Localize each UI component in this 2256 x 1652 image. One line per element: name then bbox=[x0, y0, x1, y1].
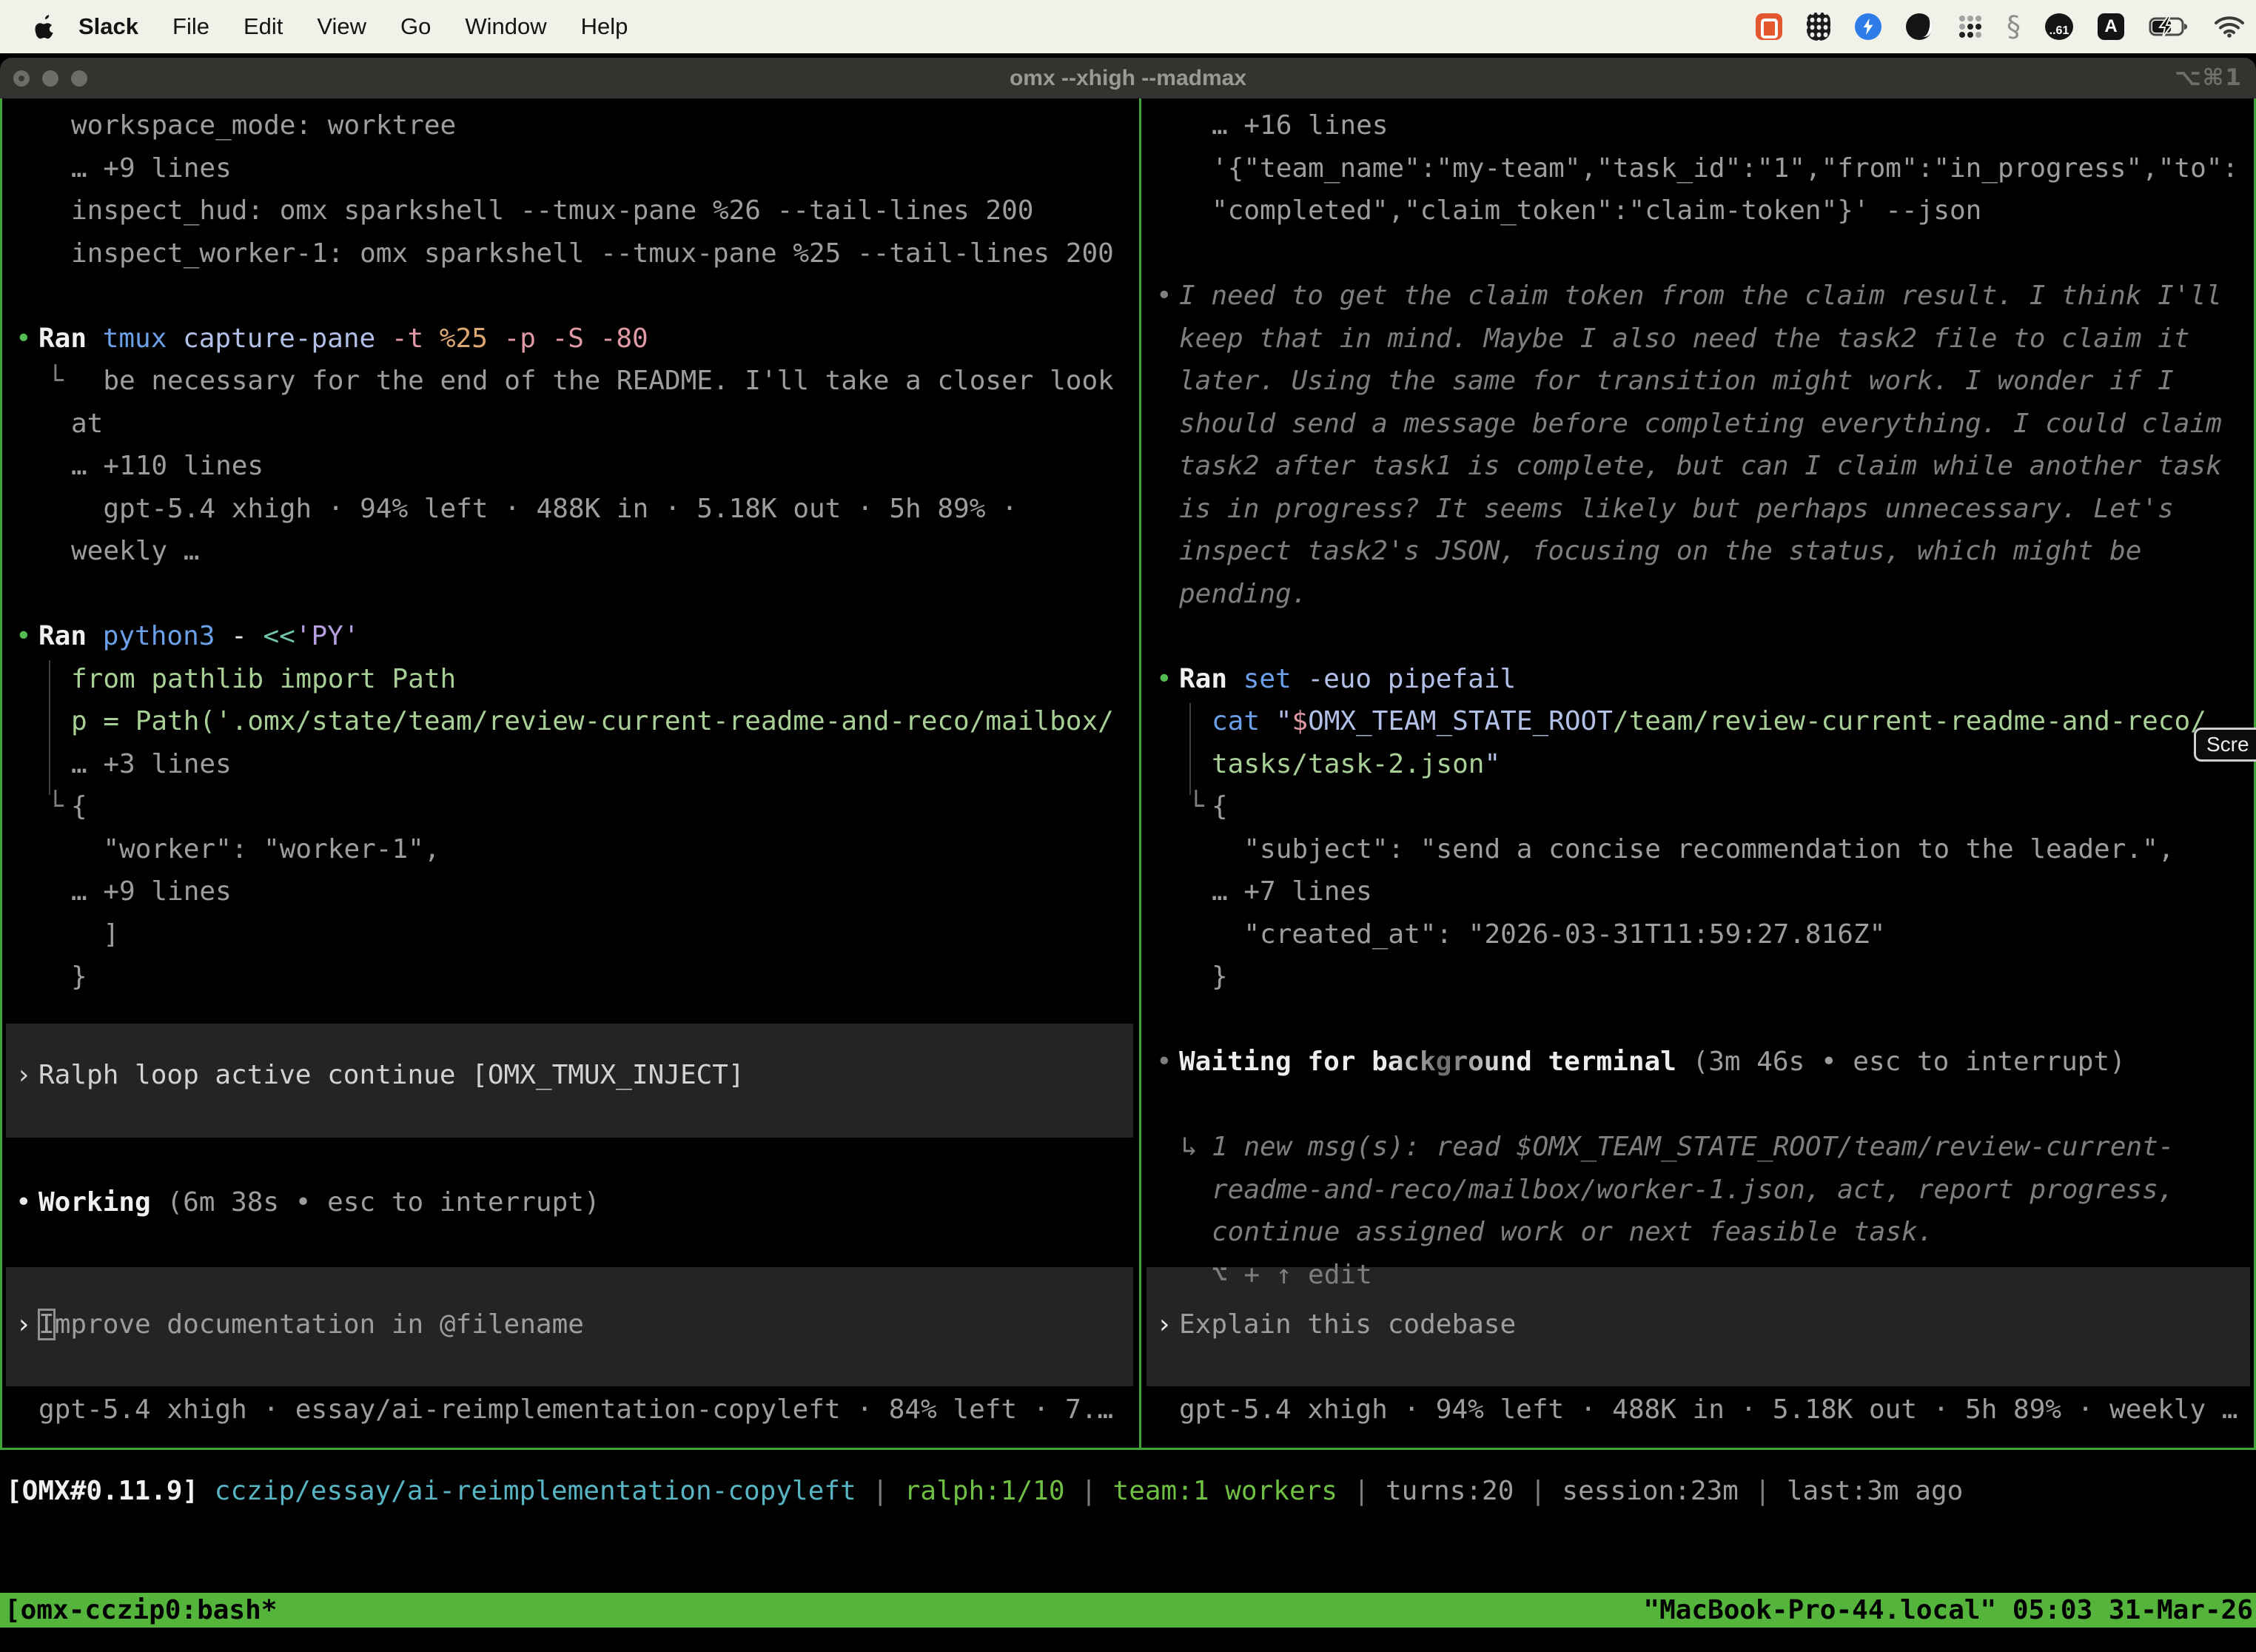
terminal-line: "completed","claim_token":"claim-token"}… bbox=[1212, 189, 1981, 232]
terminal-line: tasks/task-2.json" bbox=[1212, 743, 1500, 786]
menu-item-view[interactable]: View bbox=[300, 13, 383, 40]
terminal-line: ›Explain this codebase bbox=[1179, 1303, 1516, 1346]
dots-grid-dots bbox=[1959, 16, 1965, 21]
terminal-line: workspace_mode: worktree bbox=[71, 104, 456, 147]
terminal-line: └ be necessary for the end of the README… bbox=[71, 360, 1114, 403]
dots-grid-icon[interactable] bbox=[1957, 14, 1982, 39]
tmux-status-bar: [omx-cczip0:bash* "MacBook-Pro-44.local"… bbox=[0, 1593, 2256, 1628]
terminal-line: •Ran set -euo pipefail bbox=[1179, 658, 1516, 701]
terminal-line: should send a message before completing … bbox=[1179, 403, 2222, 446]
terminal-line: •Working (6m 38s • esc to interrupt) bbox=[38, 1181, 600, 1224]
badge-61-icon[interactable]: ..61 bbox=[2045, 13, 2073, 40]
terminal-line: "worker": "worker-1", bbox=[71, 828, 440, 871]
menu-item-help[interactable]: Help bbox=[564, 13, 645, 40]
apple-menu-icon[interactable] bbox=[34, 14, 56, 39]
terminal-line: ↳1 new msg(s): read $OMX_TEAM_STATE_ROOT… bbox=[1212, 1126, 2174, 1169]
terminal-line: task2 after task1 is complete, but can I… bbox=[1179, 445, 2222, 488]
tmux-session-label: [omx-cczip0:bash* bbox=[4, 1593, 277, 1628]
terminal-line: … +7 lines bbox=[1212, 870, 1372, 913]
terminal-line: … +16 lines bbox=[1212, 104, 1388, 147]
terminal-line: ] bbox=[71, 913, 119, 956]
terminal-line: ⌥ + ↑ edit bbox=[1212, 1254, 1372, 1297]
terminal-line: inspect_worker-1: omx sparkshell --tmux-… bbox=[71, 232, 1114, 275]
terminal-line: [OMX#0.11.9] cczip/essay/ai-reimplementa… bbox=[6, 1470, 1963, 1513]
terminal-line: is in progress? It seems likely but perh… bbox=[1179, 488, 2174, 531]
terminal-line: pending. bbox=[1179, 573, 1307, 616]
menu-status-icons: § ..61 A bbox=[1756, 0, 2244, 53]
terminal-line: inspect_hud: omx sparkshell --tmux-pane … bbox=[71, 189, 1033, 232]
terminal-line: later. Using the same for transition mig… bbox=[1179, 360, 2174, 403]
terminal-line: "created_at": "2026-03-31T11:59:27.816Z" bbox=[1212, 913, 1885, 956]
screen-sharing-icon[interactable] bbox=[1756, 13, 1782, 40]
menu-item-window[interactable]: Window bbox=[448, 13, 563, 40]
terminal-line: cat "$OMX_TEAM_STATE_ROOT/team/review-cu… bbox=[1212, 700, 2206, 743]
terminal-line: weekly … bbox=[71, 530, 199, 573]
terminal-line: └{ bbox=[71, 785, 87, 828]
terminal-text-layer: workspace_mode: worktree… +9 linesinspec… bbox=[0, 0, 2256, 1652]
terminal-line: •I need to get the claim token from the … bbox=[1179, 275, 2222, 318]
tmux-host-clock: "MacBook-Pro-44.local" 05:03 31-Mar-26 bbox=[1643, 1593, 2253, 1628]
terminal-line: gpt-5.4 xhigh · essay/ai-reimplementatio… bbox=[38, 1389, 1113, 1431]
terminal-line: •Waiting for background terminal (3m 46s… bbox=[1179, 1041, 2126, 1084]
shield-grid-icon[interactable] bbox=[1807, 13, 1830, 41]
terminal-line: … +110 lines bbox=[71, 445, 263, 488]
terminal-line: inspect task2's JSON, focusing on the st… bbox=[1179, 530, 2141, 573]
wifi-icon[interactable] bbox=[2215, 16, 2244, 38]
terminal-line: └{ bbox=[1212, 785, 1228, 828]
terminal-line: readme-and-reco/mailbox/worker-1.json, a… bbox=[1212, 1169, 2174, 1212]
terminal-line: •Ran tmux capture-pane -t %25 -p -S -80 bbox=[38, 318, 648, 360]
terminal-line: •Ran python3 - <<'PY' bbox=[38, 615, 360, 658]
terminal-line: … +9 lines bbox=[71, 870, 232, 913]
terminal-line: } bbox=[71, 956, 87, 998]
terminal-line: } bbox=[1212, 956, 1228, 998]
terminal-line: … +3 lines bbox=[71, 743, 232, 786]
terminal-line: continue assigned work or next feasible … bbox=[1212, 1211, 1933, 1254]
menu-bar: Slack File Edit View Go Window Help § ..… bbox=[0, 0, 2256, 53]
menu-app-name[interactable]: Slack bbox=[78, 13, 155, 40]
squiggle-icon[interactable]: § bbox=[2007, 13, 2021, 40]
terminal-line: ›Ralph loop active continue [OMX_TMUX_IN… bbox=[38, 1054, 745, 1097]
dark-crescent-icon[interactable] bbox=[1906, 13, 1933, 40]
menu-left: Slack File Edit View Go Window Help bbox=[0, 13, 645, 40]
terminal-line: ›Improve documentation in @filename bbox=[38, 1303, 584, 1346]
terminal-line: gpt-5.4 xhigh · 94% left · 488K in · 5.1… bbox=[1179, 1389, 2237, 1431]
terminal-line: gpt-5.4 xhigh · 94% left · 488K in · 5.1… bbox=[71, 488, 1018, 531]
terminal-line: at bbox=[71, 403, 103, 446]
input-source-icon[interactable]: A bbox=[2098, 13, 2124, 40]
blue-badge-icon[interactable] bbox=[1855, 13, 1881, 40]
terminal-line: "subject": "send a concise recommendatio… bbox=[1212, 828, 2174, 871]
battery-icon[interactable] bbox=[2149, 16, 2190, 38]
menu-item-go[interactable]: Go bbox=[383, 13, 448, 40]
terminal-line: p = Path('.omx/state/team/review-current… bbox=[71, 700, 1114, 743]
bolt-icon bbox=[1862, 19, 1874, 35]
menu-item-file[interactable]: File bbox=[155, 13, 226, 40]
terminal-line: … +9 lines bbox=[71, 147, 232, 190]
terminal-line: keep that in mind. Maybe I also need the… bbox=[1179, 318, 2189, 360]
screen-sharing-icon-inner bbox=[1761, 19, 1778, 38]
terminal-line: '{"team_name":"my-team","task_id":"1","f… bbox=[1212, 147, 2238, 190]
terminal-line: from pathlib import Path bbox=[71, 658, 456, 701]
menu-item-edit[interactable]: Edit bbox=[226, 13, 300, 40]
screen-overlay-tooltip: Scre bbox=[2194, 728, 2256, 762]
